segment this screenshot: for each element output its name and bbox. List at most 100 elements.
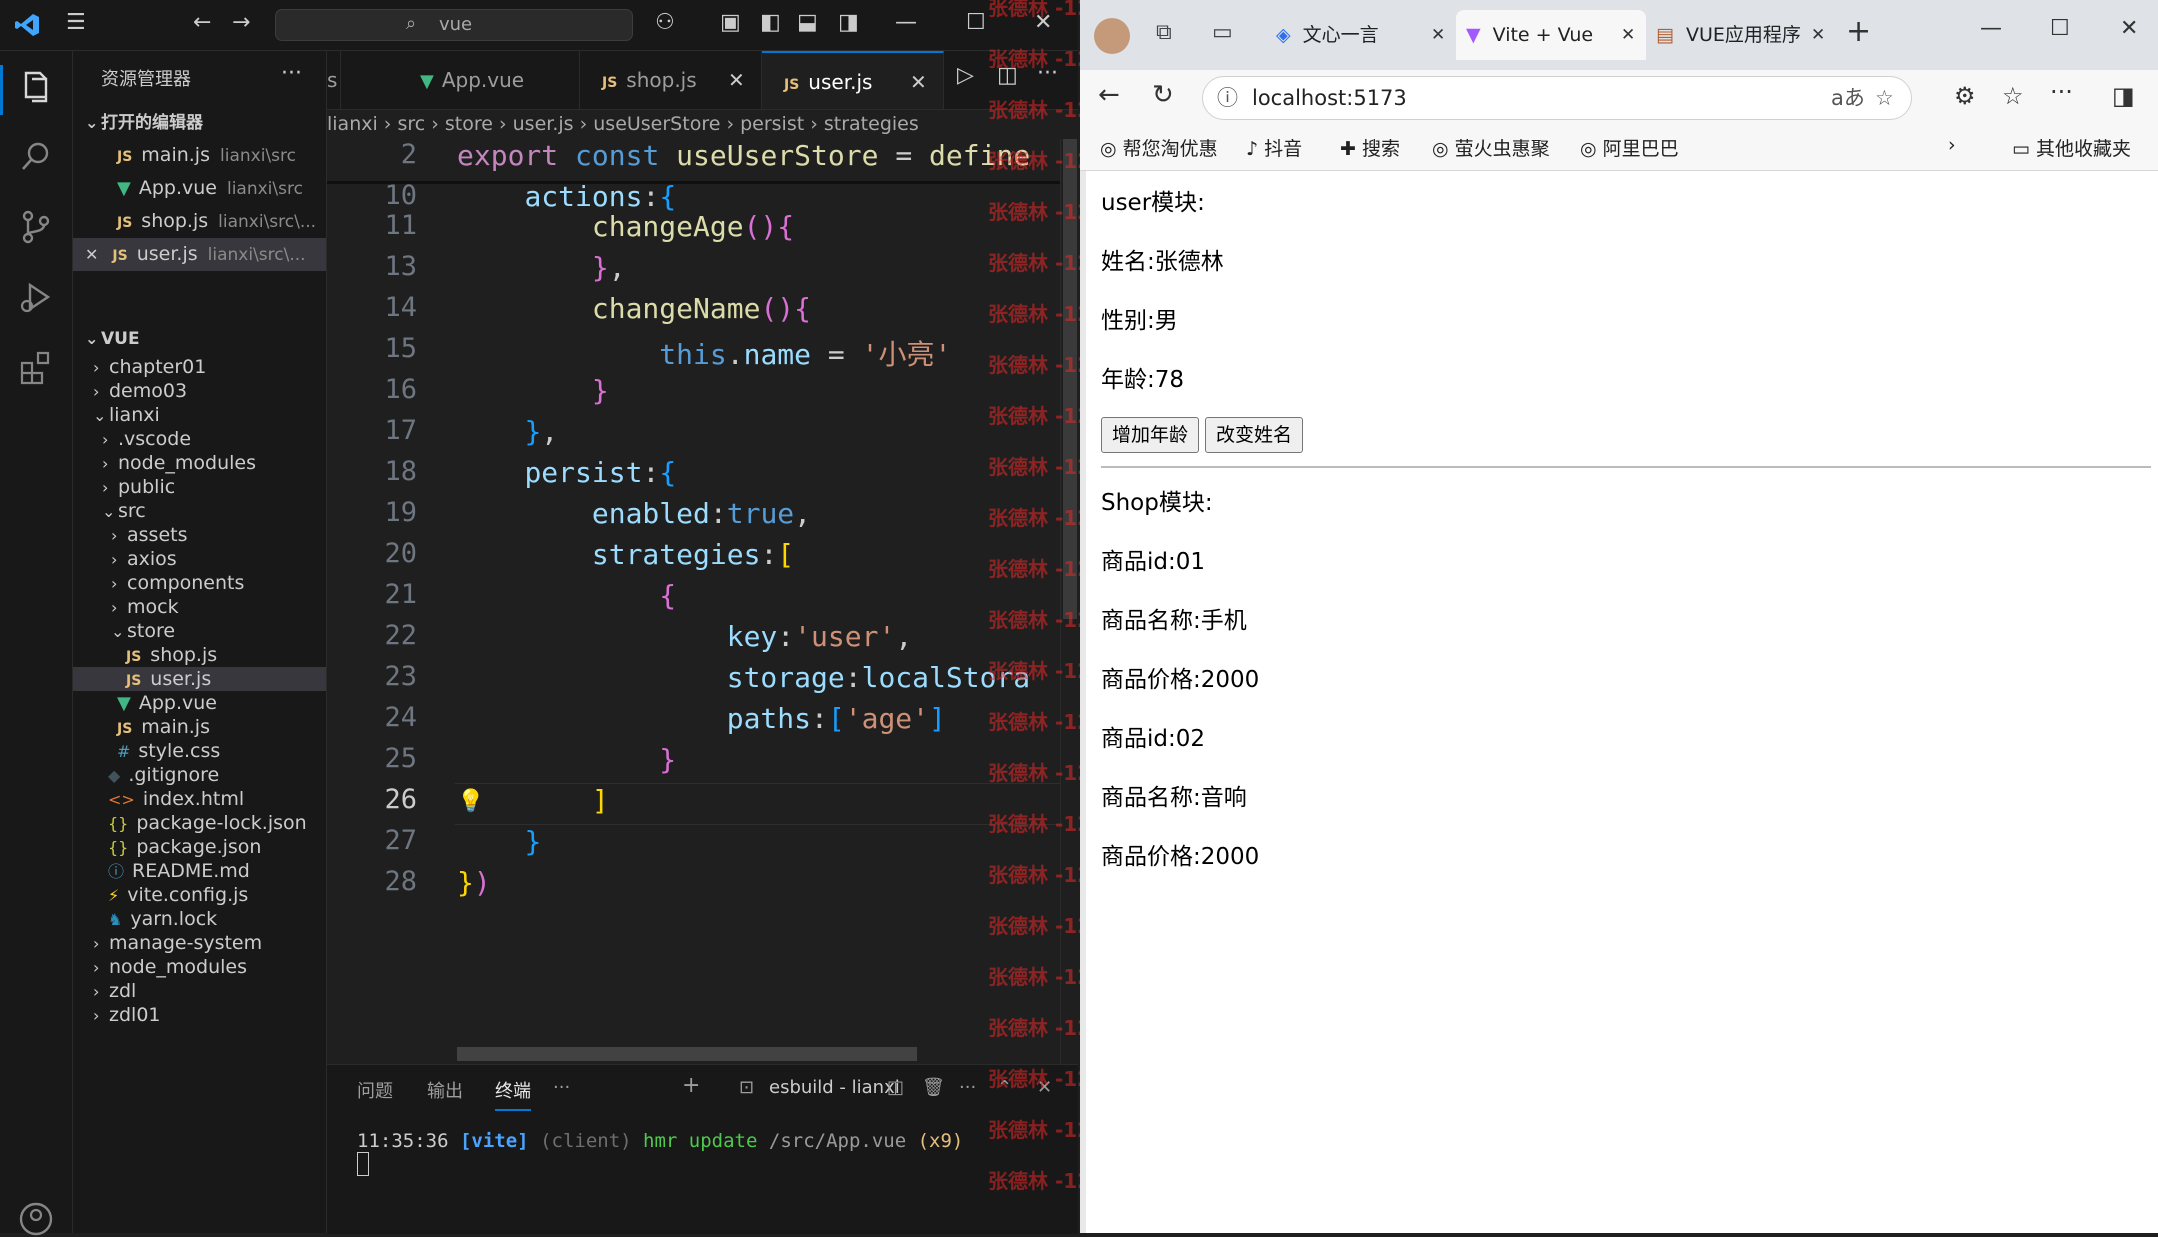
toggle-secondary-icon[interactable]: ◨ — [838, 10, 859, 35]
toggle-panel-icon[interactable]: ⬓ — [797, 10, 818, 35]
tree-folder[interactable]: › manage-system — [73, 931, 326, 955]
tree-file[interactable]: ⓘ README.md — [73, 859, 326, 883]
forward-arrow-icon[interactable]: → — [232, 10, 250, 35]
breadcrumb-item[interactable]: lianxi — [327, 113, 378, 135]
copilot-icon[interactable]: ⚇ — [655, 10, 675, 35]
open-editor-item[interactable]: ✕ JS user.js lianxi\src\... — [73, 238, 326, 271]
code-editor[interactable]: 2 10 11 13 14 15 16 17 18 19 20 21 22 23 24 25 26 27 28 ex… — [327, 139, 1078, 1064]
command-search-input[interactable]: vue ⌕ — [275, 9, 633, 41]
horizontal-scrollbar[interactable] — [457, 1047, 917, 1061]
account-icon[interactable] — [18, 1201, 54, 1237]
fav-item[interactable]: ✚ 搜索 — [1340, 134, 1400, 161]
breadcrumb-item[interactable]: user.js — [513, 113, 574, 135]
site-info-icon[interactable]: ⓘ — [1217, 86, 1238, 110]
close-tab-icon[interactable]: ✕ — [728, 51, 745, 109]
open-editor-item[interactable]: JS shop.js lianxi\src\... — [73, 205, 326, 238]
run-debug-icon[interactable] — [18, 279, 54, 315]
tab-vue-app[interactable]: ▤ VUE应用程序 ✕ — [1646, 10, 1836, 60]
close-tab-icon[interactable]: ✕ — [1621, 10, 1635, 60]
close-window-icon[interactable]: ✕ — [2120, 16, 2138, 41]
maximize-icon[interactable]: ☐ — [966, 10, 986, 35]
favorite-star-icon[interactable]: ☆ — [1875, 77, 1894, 119]
fav-item[interactable]: ◎ 帮您淘优惠 — [1100, 134, 1218, 161]
tree-file[interactable]: JS shop.js — [73, 643, 326, 667]
breadcrumb-item[interactable]: useUserStore — [593, 113, 720, 135]
terminal-name[interactable]: esbuild - lianxi — [769, 1077, 900, 1098]
other-favorites[interactable]: ▭ 其他收藏夹 — [2012, 134, 2131, 161]
tree-folder[interactable]: › mock — [73, 595, 326, 619]
url-input[interactable]: ⓘ localhost:5173 aあ ☆ — [1202, 76, 1912, 120]
tree-file[interactable]: <> index.html — [73, 787, 326, 811]
increase-age-button[interactable]: 增加年龄 — [1101, 417, 1200, 453]
tab-user-js[interactable]: JS user.js ✕ — [762, 51, 944, 109]
menu-icon[interactable]: ☰ — [66, 10, 86, 35]
tree-folder[interactable]: › node_modules — [73, 451, 326, 475]
open-editor-item[interactable]: JS main.js lianxi\src — [73, 139, 326, 172]
more-terminal-icon[interactable]: ··· — [959, 1077, 976, 1098]
extensions-icon[interactable]: ⚙ — [1954, 82, 1976, 110]
settings-more-icon[interactable]: ··· — [2050, 78, 2073, 106]
tree-folder[interactable]: › zdl01 — [73, 1003, 326, 1027]
tab-problems[interactable]: 问题 — [357, 1077, 393, 1103]
open-editor-item[interactable]: ▼ App.vue lianxi\src — [73, 172, 326, 205]
tab-wenxin[interactable]: ◈ 文心一言 ✕ — [1266, 10, 1456, 60]
minimize-icon[interactable]: — — [1980, 16, 2002, 41]
tab-truncated[interactable]: s — [327, 51, 341, 109]
tree-file[interactable]: ♞ yarn.lock — [73, 907, 326, 931]
favorites-icon[interactable]: ☆ — [2002, 82, 2024, 110]
tree-file[interactable]: JS user.js — [73, 667, 326, 691]
extensions-icon[interactable] — [18, 349, 54, 385]
breadcrumb-item[interactable]: src — [397, 113, 425, 135]
layout-icon[interactable]: ▣ — [720, 10, 741, 35]
breadcrumb-item[interactable]: persist — [740, 113, 804, 135]
change-name-button[interactable]: 改变姓名 — [1205, 417, 1304, 453]
add-terminal-icon[interactable]: + — [682, 1073, 700, 1098]
tab-actions-icon[interactable]: ▭ — [1212, 20, 1233, 45]
tree-folder[interactable]: ⌄ store — [73, 619, 326, 643]
read-aloud-icon[interactable]: aあ — [1831, 77, 1865, 119]
workspace-header[interactable]: ⌄ VUE — [73, 322, 326, 355]
tree-folder[interactable]: › zdl — [73, 979, 326, 1003]
tree-file[interactable]: {} package.json — [73, 835, 326, 859]
close-editor-icon[interactable]: ✕ — [85, 245, 98, 264]
refresh-icon[interactable]: ↻ — [1152, 80, 1174, 110]
tree-file[interactable]: # style.css — [73, 739, 326, 763]
breadcrumb-item[interactable]: store — [445, 113, 493, 135]
search-sidebar-icon[interactable] — [18, 139, 54, 175]
close-tab-icon[interactable]: ✕ — [1431, 10, 1445, 60]
fav-item[interactable]: ♪ 抖音 — [1246, 134, 1302, 161]
tab-shop-js[interactable]: JS shop.js ✕ — [580, 51, 762, 109]
back-icon[interactable]: ← — [1098, 80, 1120, 110]
tree-folder[interactable]: › assets — [73, 523, 326, 547]
collections-icon[interactable]: ⧉ — [1156, 20, 1172, 45]
minimize-icon[interactable]: — — [895, 10, 917, 35]
tree-file[interactable]: JS main.js — [73, 715, 326, 739]
terminal-output[interactable]: 11:35:36 [vite] (client) hmr update /src… — [357, 1130, 963, 1181]
fav-item[interactable]: ◎ 萤火虫惠聚 — [1432, 134, 1550, 161]
tree-folder[interactable]: › .vscode — [73, 427, 326, 451]
tree-file[interactable]: ▼ App.vue — [73, 691, 326, 715]
tree-file[interactable]: ◆ .gitignore — [73, 763, 326, 787]
tree-folder[interactable]: › components — [73, 571, 326, 595]
tree-file[interactable]: ⚡ vite.config.js — [73, 883, 326, 907]
more-actions-icon[interactable]: ··· — [281, 61, 302, 86]
explorer-icon[interactable] — [18, 69, 54, 105]
tab-terminal[interactable]: 终端 — [495, 1077, 531, 1111]
chevron-right-icon[interactable]: › — [1948, 134, 1956, 156]
tree-folder[interactable]: › demo03 — [73, 379, 326, 403]
tree-file[interactable]: {} package-lock.json — [73, 811, 326, 835]
tab-output[interactable]: 输出 — [427, 1077, 463, 1103]
close-tab-icon[interactable]: ✕ — [1811, 10, 1826, 60]
tree-folder[interactable]: › public — [73, 475, 326, 499]
breadcrumb-item[interactable]: strategies — [824, 113, 919, 135]
tree-folder[interactable]: › axios — [73, 547, 326, 571]
tree-folder[interactable]: › chapter01 — [73, 355, 326, 379]
new-tab-icon[interactable]: + — [1846, 14, 1871, 49]
tree-folder[interactable]: ⌄ src — [73, 499, 326, 523]
run-icon[interactable]: ▷ — [957, 63, 974, 88]
back-arrow-icon[interactable]: ← — [193, 10, 211, 35]
avatar[interactable] — [1094, 18, 1130, 54]
open-editors-header[interactable]: ⌄ 打开的编辑器 — [73, 106, 326, 139]
trash-icon[interactable]: 🗑 — [922, 1077, 945, 1098]
maximize-icon[interactable]: ☐ — [2050, 16, 2070, 41]
